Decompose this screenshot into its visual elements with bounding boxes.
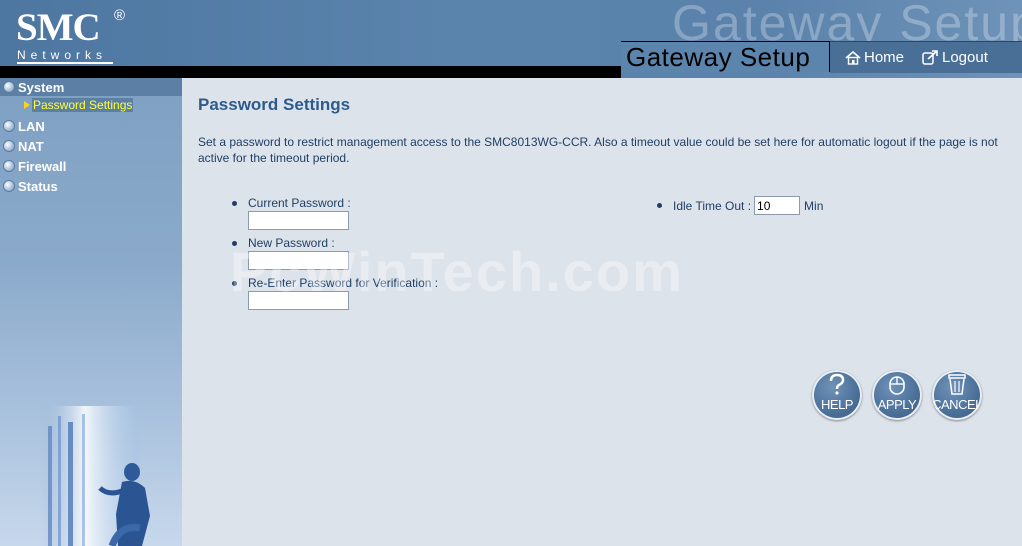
idle-timeout-input[interactable] [754, 196, 801, 215]
bullet-dot [657, 203, 662, 208]
current-password-field-group: Current Password : [232, 195, 351, 230]
cancel-button[interactable]: CANCEL [932, 370, 982, 420]
question-mark-icon [812, 373, 862, 400]
bullet-dot [232, 200, 237, 206]
trash-can-icon [932, 373, 982, 400]
apply-button[interactable]: APPLY [872, 370, 922, 420]
bullet-icon [4, 181, 14, 191]
help-button-label: HELP [821, 397, 853, 412]
header: Gateway Setup SMC ® Networks Gateway Set… [0, 0, 1022, 78]
sidebar-item-label: Firewall [18, 158, 67, 174]
sidebar-item-label: Status [18, 178, 58, 194]
sidebar-item-label: NAT [18, 138, 44, 154]
sidebar-item-system[interactable]: System [0, 78, 182, 96]
sidebar-item-nat[interactable]: NAT [4, 137, 44, 155]
sidebar-item-firewall[interactable]: Firewall [4, 157, 66, 175]
idle-timeout-group: Idle Time Out : Min [657, 196, 823, 215]
submenu-item-label: Password Settings [32, 98, 134, 112]
bullet-icon [4, 82, 14, 92]
gateway-title-box: Gateway Setup [621, 41, 830, 72]
idle-timeout-unit: Min [804, 198, 824, 213]
sidebar-item-status[interactable]: Status [4, 177, 58, 195]
header-black-bar [0, 66, 621, 78]
home-link[interactable]: Home [845, 49, 904, 66]
apply-button-label: APPLY [877, 397, 917, 412]
smc-logo: SMC [16, 6, 101, 49]
sidebar-item-lan[interactable]: LAN [4, 117, 45, 135]
sidebar-item-label: LAN [18, 118, 45, 134]
home-icon [845, 50, 861, 65]
page-title: Password Settings [198, 95, 351, 114]
sidebar-decorative-image [40, 406, 150, 546]
bullet-icon [4, 141, 14, 151]
help-button[interactable]: HELP [812, 370, 862, 420]
arrow-right-icon [24, 101, 30, 109]
bullet-icon [4, 121, 14, 131]
logout-icon [922, 50, 938, 65]
cancel-button-label: CANCEL [932, 397, 982, 412]
submenu-item-password-settings[interactable]: Password Settings [24, 98, 134, 112]
current-password-label: Current Password : [248, 196, 351, 210]
registered-mark: ® [114, 7, 126, 24]
sidebar: System Password Settings LAN NAT Firewal… [0, 78, 182, 546]
current-password-input[interactable] [248, 211, 349, 230]
page-description: Set a password to restrict management ac… [198, 135, 998, 165]
logout-link[interactable]: Logout [922, 49, 988, 66]
bullet-icon [4, 161, 14, 171]
top-nav: Home Logout [830, 41, 1022, 73]
home-label: Home [864, 49, 905, 66]
logout-label: Logout [942, 49, 988, 66]
sidebar-item-label: System [18, 79, 65, 95]
main-content: Password Settings Set a password to rest… [182, 78, 1022, 546]
site-watermark: PcWinTech.com [230, 240, 684, 303]
gateway-title: Gateway Setup [626, 42, 811, 72]
mouse-icon [872, 373, 922, 400]
logo-underline [17, 62, 113, 64]
logo-subtitle: Networks [17, 48, 108, 62]
idle-timeout-label: Idle Time Out : [673, 198, 752, 213]
